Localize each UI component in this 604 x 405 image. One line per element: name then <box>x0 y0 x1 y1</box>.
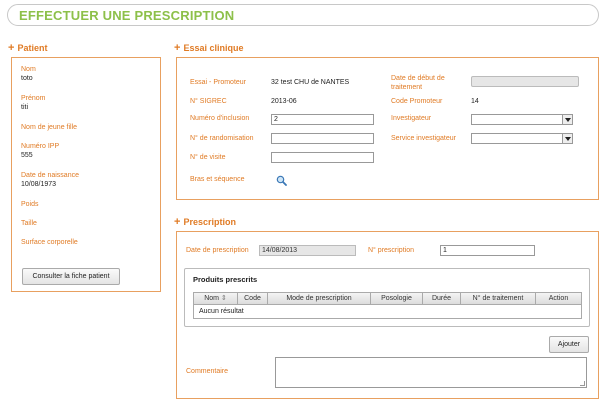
service-investigateur-label: Service investigateur <box>391 135 456 142</box>
ajouter-button[interactable]: Ajouter <box>549 336 589 353</box>
chevron-down-icon[interactable] <box>562 134 572 143</box>
date-debut-field[interactable] <box>471 76 579 87</box>
randomisation-input[interactable] <box>271 133 374 144</box>
essai-section-header[interactable]: + Essai clinique <box>174 42 243 54</box>
column-header-duree[interactable]: Durée <box>423 293 461 304</box>
column-header-nom[interactable]: Nom ⇕ <box>194 293 238 304</box>
expand-plus-icon[interactable]: + <box>8 42 14 54</box>
essai-promoteur-label: Essai - Promoteur <box>190 79 247 86</box>
consulter-fiche-patient-button[interactable]: Consulter la fiche patient <box>22 268 120 285</box>
patient-taille-label: Taille <box>21 220 37 227</box>
patient-naissance-label: Date de naissance <box>21 172 79 179</box>
patient-ipp-label: Numéro IPP <box>21 143 60 150</box>
prescription-heading: Prescription <box>183 217 236 227</box>
column-header-code[interactable]: Code <box>238 293 268 304</box>
column-header-mode[interactable]: Mode de prescription <box>268 293 371 304</box>
patient-panel: Nom toto Prénom titi Nom de jeune fille … <box>11 57 161 292</box>
code-promoteur-label: Code Promoteur <box>391 98 443 105</box>
table-header-row: Nom ⇕ Code Mode de prescription Posologi… <box>194 293 581 305</box>
randomisation-label: N° de randomisation <box>190 135 254 142</box>
column-header-traitement[interactable]: N° de traitement <box>461 293 536 304</box>
chevron-down-icon[interactable] <box>562 115 572 124</box>
patient-nom-value: toto <box>21 75 33 82</box>
column-header-posologie[interactable]: Posologie <box>371 293 423 304</box>
bras-sequence-label: Bras et séquence <box>190 176 245 183</box>
patient-naissance-value: 10/08/1973 <box>21 181 57 188</box>
prescription-section-header[interactable]: + Prescription <box>174 216 236 228</box>
page-title: EFFECTUER UNE PRESCRIPTION <box>19 8 235 23</box>
produits-prescrits-box: Produits prescrits Nom ⇕ Code Mode de pr… <box>184 268 590 327</box>
produits-prescrits-title: Produits prescrits <box>193 275 258 284</box>
resize-grip-icon[interactable] <box>580 381 585 386</box>
date-debut-label: Date de début de traitement <box>391 75 445 91</box>
patient-poids-label: Poids <box>21 201 39 208</box>
patient-heading: Patient <box>17 43 48 53</box>
sigrec-label: N° SIGREC <box>190 98 227 105</box>
patient-nom-label: Nom <box>21 66 36 73</box>
visite-input[interactable] <box>271 152 374 163</box>
magnifier-icon[interactable] <box>276 175 287 186</box>
page-title-bar: EFFECTUER UNE PRESCRIPTION <box>7 4 599 26</box>
patient-surface-label: Surface corporelle <box>21 239 78 246</box>
expand-plus-icon[interactable]: + <box>174 216 180 228</box>
produits-table: Nom ⇕ Code Mode de prescription Posologi… <box>193 292 582 319</box>
sort-icon[interactable]: ⇕ <box>221 295 227 302</box>
patient-section-header[interactable]: + Patient <box>8 42 47 54</box>
investigateur-select[interactable] <box>471 114 573 125</box>
patient-jeune-fille-label: Nom de jeune fille <box>21 124 78 131</box>
numero-prescription-input[interactable]: 1 <box>440 245 535 256</box>
inclusion-input[interactable]: 2 <box>271 114 374 125</box>
numero-prescription-label: N° prescription <box>368 247 414 254</box>
expand-plus-icon[interactable]: + <box>174 42 180 54</box>
patient-prenom-value: titi <box>21 104 28 111</box>
essai-promoteur-value: 32 test CHU de NANTES <box>271 79 350 86</box>
patient-prenom-label: Prénom <box>21 95 46 102</box>
inclusion-label: Numéro d'inclusion <box>190 115 250 122</box>
column-header-action[interactable]: Action <box>536 293 581 304</box>
patient-ipp-value: 555 <box>21 152 33 159</box>
commentaire-label: Commentaire <box>186 368 229 375</box>
date-prescription-field[interactable]: 14/08/2013 <box>259 245 356 256</box>
visite-label: N° de visite <box>190 154 226 161</box>
empty-result-row: Aucun résultat <box>199 308 244 315</box>
commentaire-textarea[interactable] <box>275 357 587 388</box>
investigateur-label: Investigateur <box>391 115 432 122</box>
sigrec-value: 2013-06 <box>271 98 297 105</box>
code-promoteur-value: 14 <box>471 98 479 105</box>
service-investigateur-select[interactable] <box>471 133 573 144</box>
date-prescription-label: Date de prescription <box>186 247 249 254</box>
essai-heading: Essai clinique <box>183 43 244 53</box>
